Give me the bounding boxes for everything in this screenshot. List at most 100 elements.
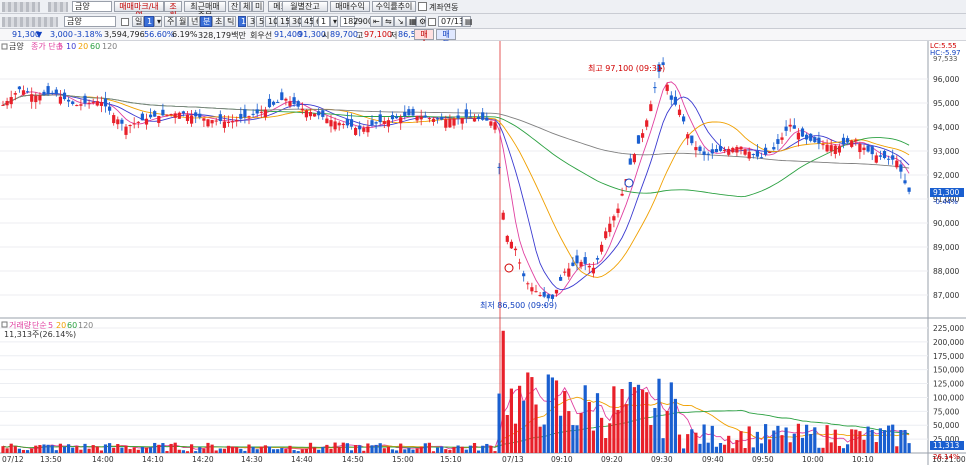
candle-body [333,121,337,130]
account-link-checkbox[interactable] [418,2,427,11]
candle-body [731,147,735,153]
volume-bar [743,448,747,453]
candle-body [452,118,456,126]
tab-query[interactable]: 조회 [164,1,182,20]
settings-icon[interactable]: ⚙ [416,16,426,27]
blurred-code-field[interactable] [48,2,68,12]
volume-bar [423,443,427,453]
candle-body [768,151,772,153]
date-input[interactable]: 07/13 [438,16,464,27]
high-arrow-icon: ➝ [656,64,663,73]
candle-body [255,109,259,114]
period-tick[interactable]: 틱 [224,16,236,27]
trade-balance-button[interactable]: 잔 [228,1,240,12]
volume-bar [538,426,542,453]
price-tick-label: 89,000 [933,243,959,252]
stock-name-field[interactable]: 금양 [64,16,116,27]
volume-bar [727,435,731,453]
volume-bar [42,444,46,453]
candle-body [415,116,419,121]
buy-button[interactable]: 매수 [414,29,434,48]
volume-bar [809,434,813,453]
volume-tick-label: 150,000 [933,366,964,375]
period-dropdown[interactable]: ▾ [154,16,162,27]
volume-bar [280,448,284,453]
volume-bar [239,448,243,453]
volume-bar [485,443,489,453]
period-second[interactable]: 초 [212,16,224,27]
sell-button[interactable]: 매도 [436,29,456,48]
grid-icon[interactable]: ▦ [406,16,417,27]
candle-body [407,109,411,116]
period-day-checkbox[interactable] [121,18,129,26]
period-week[interactable]: 주 [164,16,176,27]
candle-body [694,147,698,151]
legend-ma60: 60 [90,42,100,51]
volume-bar [481,445,485,453]
price-volume-chart[interactable]: 96,00095,00094,00093,00092,00091,00090,0… [0,41,966,465]
candle-body [702,151,706,155]
volume-bar [694,432,698,453]
time-tick-label: 14:00 [92,455,114,464]
interval-10[interactable]: 10 [265,16,278,27]
candle-body [83,95,87,104]
tab-manage[interactable]: 매매마크/내역 [114,1,164,20]
candle-body [222,121,226,128]
unfilled-button[interactable]: 미 [252,1,264,12]
candle-body [181,111,185,114]
interval-1[interactable]: 1 [238,16,246,27]
recent-button[interactable]: 최근매매종목 [184,1,226,20]
volume-bar [362,450,366,453]
interval-dropdown[interactable]: ▾ [330,16,338,27]
volume-bar [460,446,464,453]
price-tick-label: 95,000 [933,99,959,108]
volume-bar [854,429,858,453]
calendar-icon[interactable]: ▤ [462,16,473,27]
candle-body [226,122,231,124]
price-tick-label: 96,000 [933,75,959,84]
interval-5[interactable]: 5 [256,16,264,27]
current-price-label: 91,300 [933,188,959,197]
candle-body [341,124,345,126]
volume-bar [403,449,407,453]
period-year[interactable]: 년 [188,16,200,27]
line-chart-icon[interactable]: ⇋ [382,16,394,27]
current-change-label: -0.44% [933,198,958,206]
period-day-count[interactable]: 1 [144,16,154,27]
volume-bar [698,443,702,453]
monthly-button[interactable]: 월별잔고 [282,1,328,12]
volume-bar [723,444,727,453]
volume-bar [546,374,550,453]
interval-45[interactable]: 45 [301,16,314,27]
rate-trend-button[interactable]: 수익률추이 [372,1,416,12]
period-month[interactable]: 월 [176,16,188,27]
book-button[interactable]: 체 [240,1,252,12]
candle-body [698,146,702,151]
low-arrow-icon: ➝ [540,301,547,310]
name-field[interactable]: 금양 [72,1,112,12]
candle-body [632,154,636,163]
count-input[interactable]: 182 [340,16,358,27]
interval-15[interactable]: 15 [277,16,290,27]
volume-bar [636,384,641,453]
interval-3[interactable]: 3 [247,16,255,27]
profit-button[interactable]: 매매수익 [330,1,370,12]
blurred-account-field[interactable] [2,2,40,12]
period-minute[interactable]: 분 [200,16,212,27]
volume-bar [612,386,616,453]
period-day[interactable]: 일 [132,16,144,27]
candle-body [358,125,362,130]
volume-bar [792,433,796,453]
candle-body [263,109,267,118]
interval-30[interactable]: 30 [289,16,302,27]
zoom-out-icon[interactable]: ⇤ [370,16,382,27]
blurred-field[interactable] [2,17,58,27]
date-checkbox[interactable] [428,18,436,26]
interval-input[interactable]: 1 [318,16,330,27]
volume-bar [382,448,386,453]
time-tick-label: 14:20 [192,455,214,464]
volume-bar [759,443,764,453]
volume-bar [243,450,247,453]
candle-body [846,138,850,143]
trend-icon[interactable]: ↘ [394,16,406,27]
